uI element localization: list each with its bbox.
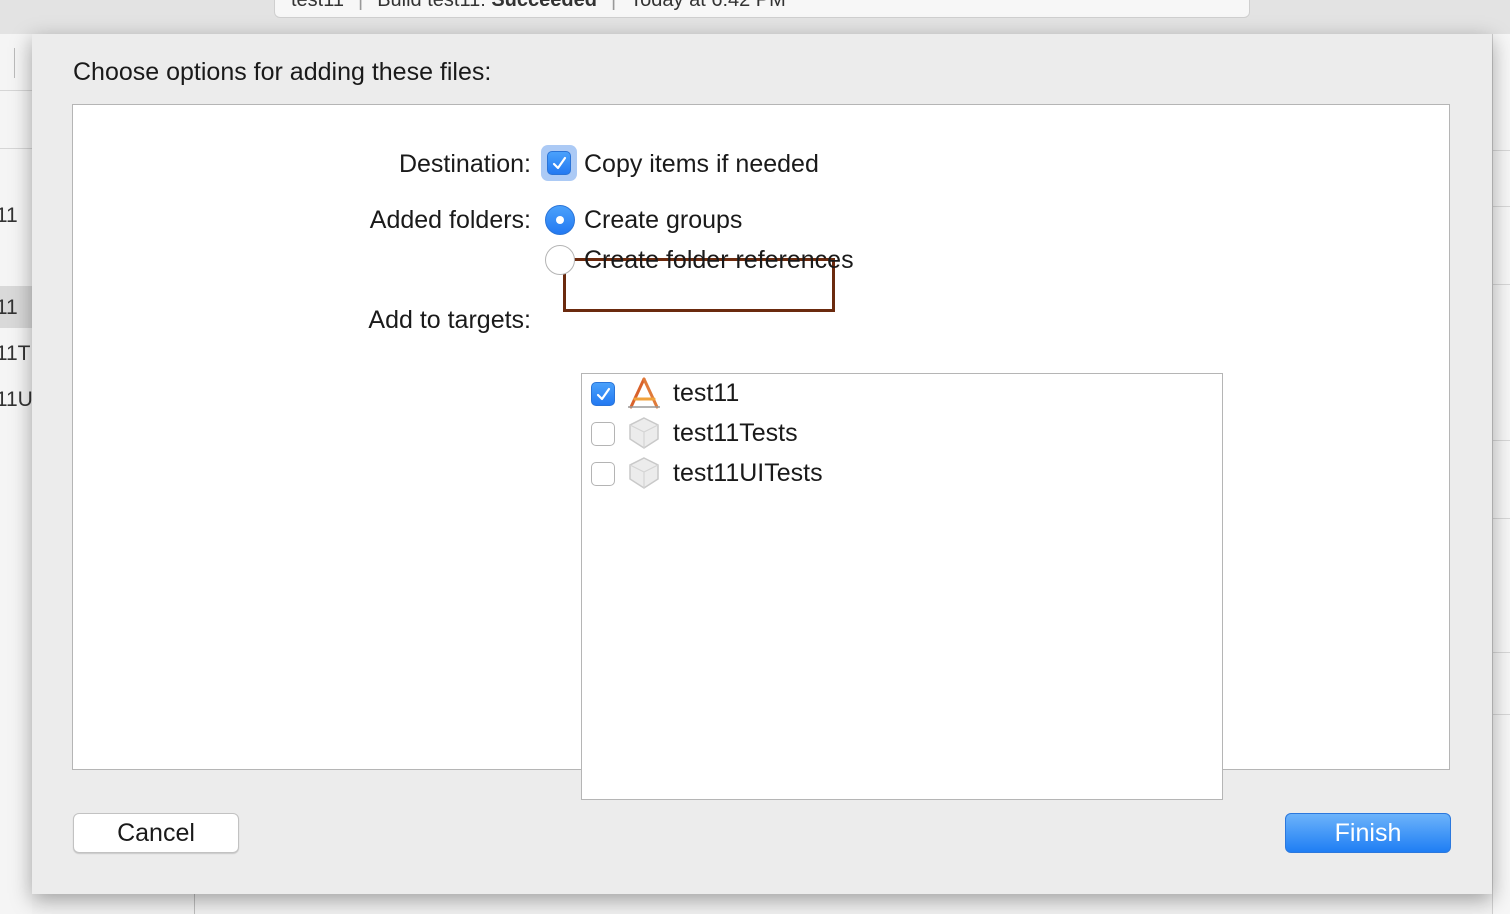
navigator-item[interactable]: t11 xyxy=(0,204,18,228)
divider xyxy=(1493,284,1510,285)
create-folder-references-label[interactable]: Create folder references xyxy=(584,246,854,275)
activity-build-prefix: Build test11: xyxy=(377,0,492,11)
app-target-icon xyxy=(628,377,660,409)
checkmark-icon xyxy=(552,156,567,170)
activity-timestamp: Today at 6:42 PM xyxy=(630,0,786,11)
activity-viewer: test11 | Build test11: Succeeded | Today at … xyxy=(274,0,1250,18)
target-name: test11Tests xyxy=(673,419,798,447)
divider xyxy=(1493,150,1510,151)
activity-separator: | xyxy=(610,0,617,11)
divider xyxy=(194,894,195,914)
divider xyxy=(1493,652,1510,653)
divider xyxy=(1493,440,1510,441)
divider xyxy=(0,148,32,149)
toolbar-divider xyxy=(14,48,15,78)
checkmark-icon xyxy=(596,387,611,401)
cancel-button[interactable]: Cancel xyxy=(73,813,239,853)
divider xyxy=(0,90,32,91)
targets-list[interactable]: test11 test11Tests test11UITests xyxy=(581,373,1223,800)
test-bundle-icon xyxy=(629,417,659,449)
activity-separator: | xyxy=(358,0,364,11)
target-row-test11[interactable]: test11 xyxy=(582,374,1222,414)
add-to-targets-label: Add to targets: xyxy=(368,306,531,334)
editor-bottom xyxy=(32,894,1492,914)
activity-project: test11 xyxy=(291,0,344,11)
divider xyxy=(1493,518,1510,519)
add-files-sheet: Choose options for adding these files: D… xyxy=(32,34,1492,894)
target-row-test11uitests[interactable]: test11UITests xyxy=(582,454,1222,494)
target-name: test11UITests xyxy=(673,459,823,487)
navigator-item[interactable]: t11 xyxy=(0,296,18,320)
navigator-item[interactable]: t11T xyxy=(0,342,30,366)
divider xyxy=(1493,714,1510,715)
sheet-title: Choose options for adding these files: xyxy=(73,58,492,86)
options-panel: Destination: Copy items if needed Added … xyxy=(72,104,1450,800)
target-checkbox[interactable] xyxy=(591,462,615,486)
test-bundle-icon xyxy=(629,457,659,489)
target-name: test11 xyxy=(673,379,740,407)
finish-button[interactable]: Finish xyxy=(1285,813,1451,853)
create-groups-label[interactable]: Create groups xyxy=(584,206,742,235)
create-folder-references-radio[interactable] xyxy=(545,245,575,275)
inspector-pane xyxy=(1492,34,1510,914)
destination-label: Destination: xyxy=(398,150,531,178)
copy-items-label[interactable]: Copy items if needed xyxy=(584,150,819,179)
added-folders-label: Added folders: xyxy=(369,206,531,234)
navigator-item[interactable]: t11U xyxy=(0,388,32,412)
toolbar: test11 | Build test11: Succeeded | Today at … xyxy=(0,0,1510,35)
divider xyxy=(1493,206,1510,207)
target-checkbox[interactable] xyxy=(591,382,615,406)
create-groups-radio[interactable] xyxy=(545,205,575,235)
target-row-test11tests[interactable]: test11Tests xyxy=(582,414,1222,454)
navigator-pane: t11 t11 t11T t11U xyxy=(0,34,33,914)
target-checkbox[interactable] xyxy=(591,422,615,446)
activity-build-status: Succeeded xyxy=(491,0,597,11)
copy-items-checkbox[interactable] xyxy=(547,151,571,175)
